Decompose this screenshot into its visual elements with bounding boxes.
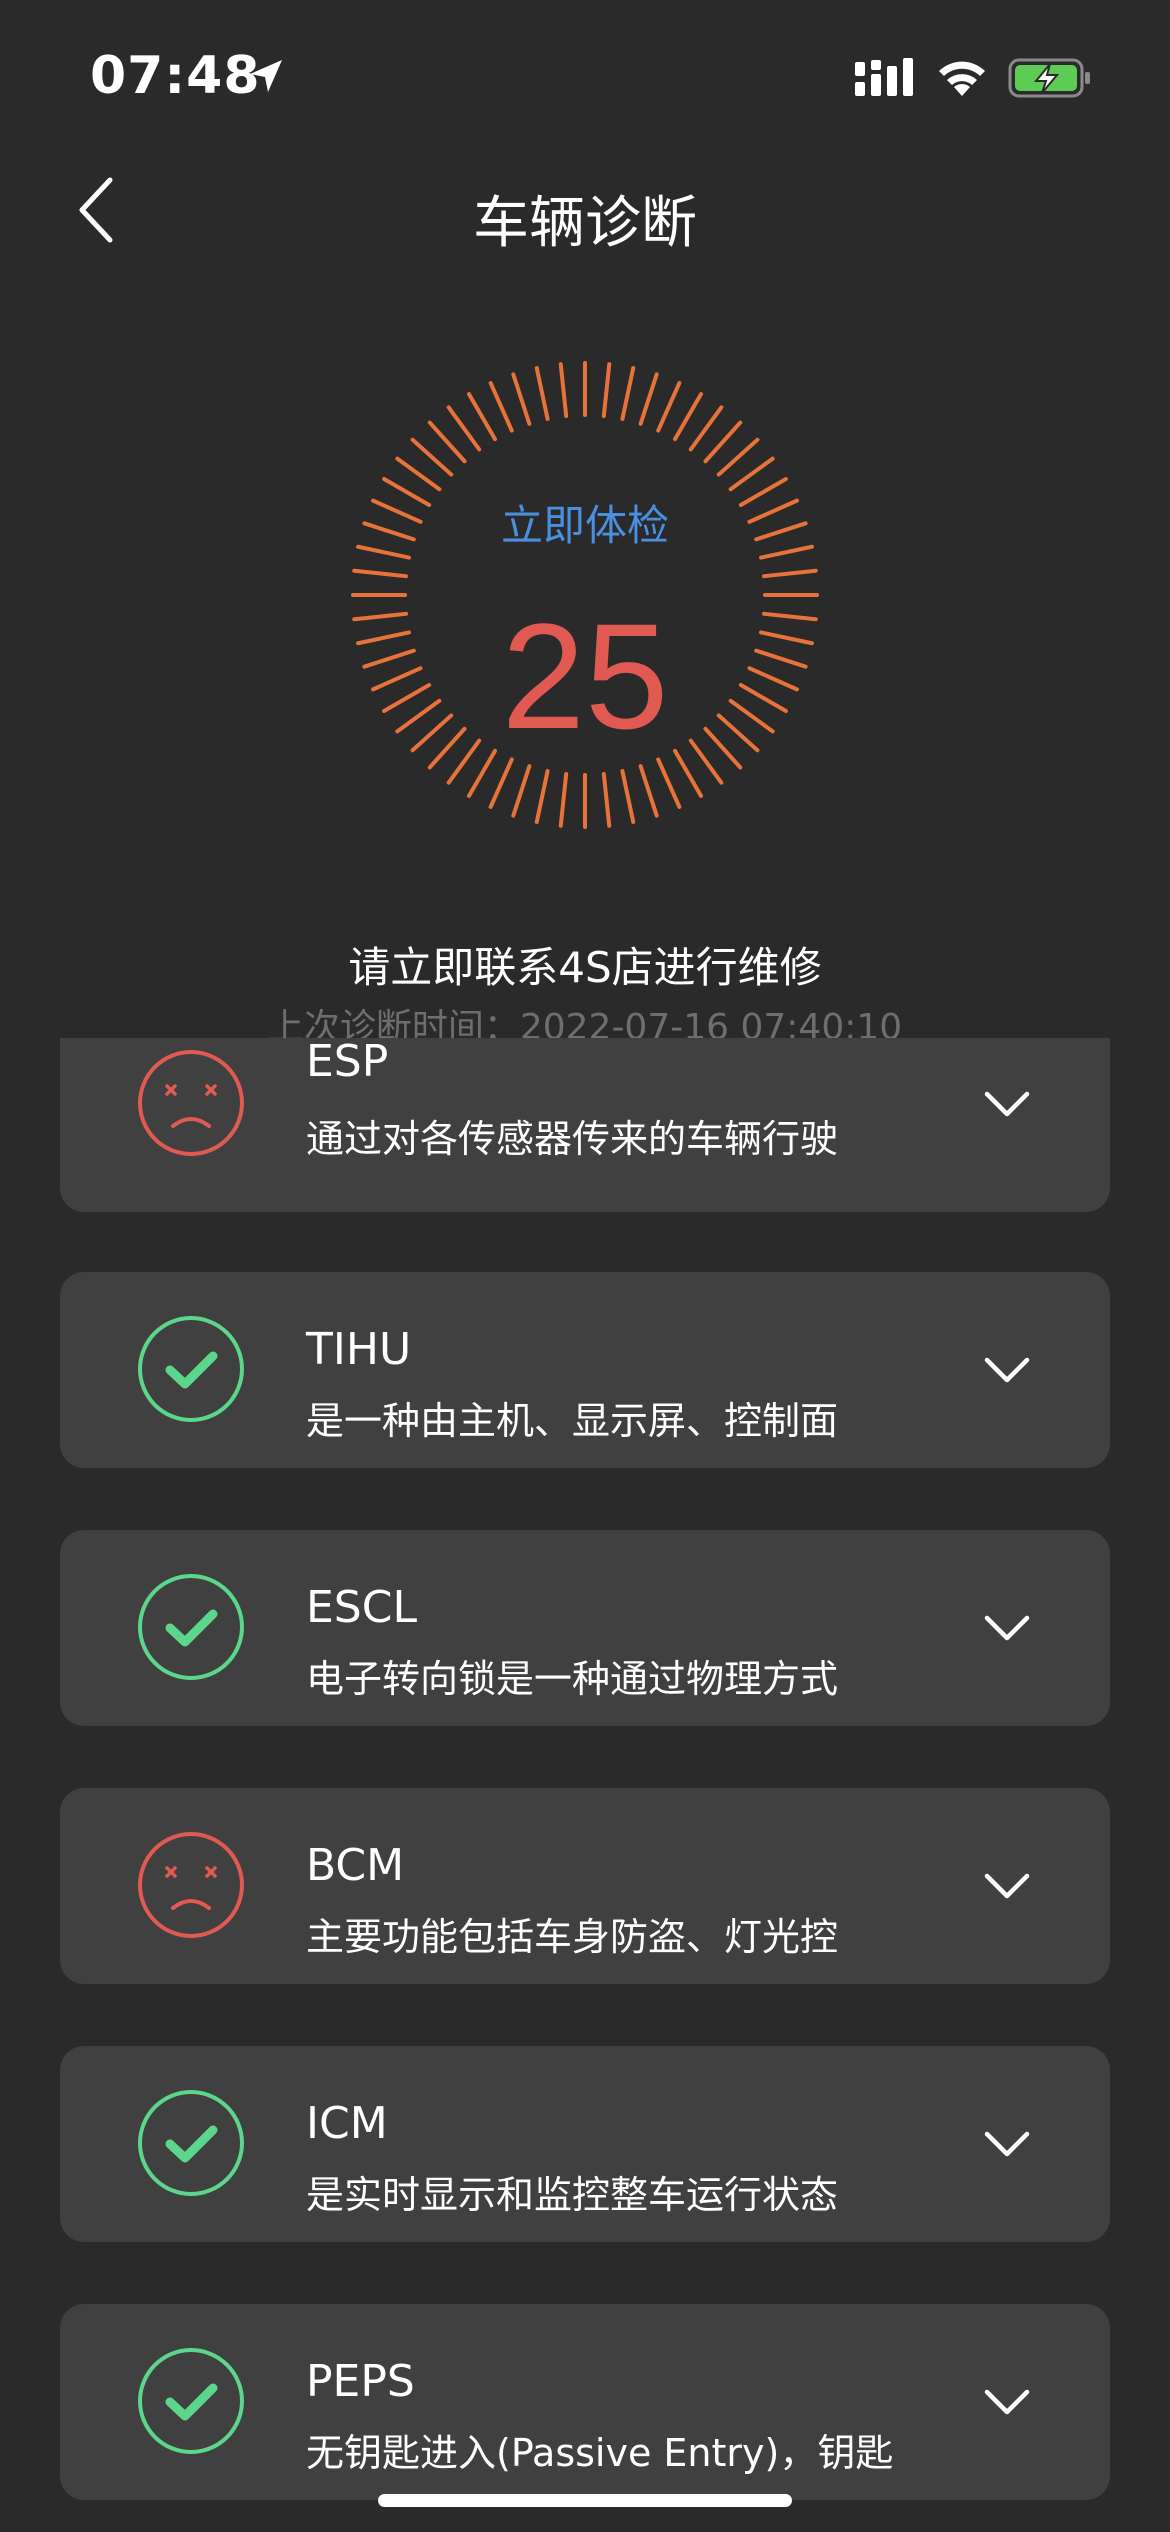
check-circle-icon (136, 2088, 246, 2198)
chevron-down-icon[interactable] (982, 1088, 1032, 1120)
gauge-tick (511, 372, 532, 426)
gauge-tick (601, 772, 612, 828)
gauge-tick (395, 456, 442, 492)
chevron-down-icon[interactable] (982, 1612, 1032, 1644)
module-name: TIHU (306, 1324, 412, 1375)
gauge-tick (352, 568, 408, 579)
gauge-tick (534, 769, 550, 824)
gauge-tick (410, 437, 454, 477)
gauge-tick (467, 392, 497, 442)
sad-face-icon (136, 1830, 246, 1940)
cellular-signal-icon (855, 58, 913, 96)
module-description: 通过对各传感器传来的车辆行驶 (306, 1117, 839, 1161)
status-time: 07:48 (90, 46, 261, 106)
diagnosis-card-peps[interactable]: PEPS 无钥匙进入(Passive Entry)，钥匙 (60, 2304, 1110, 2500)
chevron-down-icon[interactable] (982, 2386, 1032, 2418)
gauge-tick (488, 381, 514, 433)
gauge-tick (703, 420, 743, 464)
gauge-tick (427, 420, 467, 464)
gauge-tick (601, 362, 612, 418)
gauge-tick (620, 769, 636, 824)
gauge-tick (638, 764, 659, 818)
module-description: 无钥匙进入(Passive Entry)，钥匙 (306, 2431, 894, 2475)
gauge-tick (762, 568, 818, 579)
home-indicator[interactable] (378, 2494, 792, 2507)
start-check-label[interactable]: 立即体检 (0, 492, 1170, 553)
gauge-tick (446, 405, 482, 452)
check-circle-icon (136, 2346, 246, 2456)
sad-face-icon (136, 1048, 246, 1158)
gauge-tick (511, 764, 532, 818)
diagnosis-card-icm[interactable]: ICM 是实时显示和监控整车运行状态 (60, 2046, 1110, 2242)
chevron-down-icon[interactable] (982, 2128, 1032, 2160)
diagnosis-card-esp[interactable]: ESP 通过对各传感器传来的车辆行驶 (60, 1036, 1110, 1212)
gauge-tick (488, 757, 514, 809)
module-description: 电子转向锁是一种通过物理方式 (306, 1657, 839, 1701)
module-description: 主要功能包括车身防盗、灯光控 (306, 1915, 839, 1959)
battery-charging-icon (1008, 58, 1090, 98)
page-title: 车辆诊断 (473, 191, 697, 256)
diagnosis-card-escl[interactable]: ESCL 电子转向锁是一种通过物理方式 (60, 1530, 1110, 1726)
module-name: BCM (306, 1840, 405, 1891)
repair-advice: 请立即联系4S店进行维修 (348, 943, 822, 992)
chevron-down-icon[interactable] (982, 1354, 1032, 1386)
module-name: ESP (306, 1036, 389, 1087)
gauge-tick (620, 366, 636, 421)
gauge-tick (688, 405, 724, 452)
check-circle-icon (136, 1314, 246, 1424)
gauge-tick (656, 757, 682, 809)
gauge-tick (534, 366, 550, 421)
gauge-tick (673, 392, 703, 442)
module-name: PEPS (306, 2356, 415, 2407)
module-name: ESCL (306, 1582, 417, 1633)
module-description: 是实时显示和监控整车运行状态 (306, 2173, 839, 2217)
health-score: 25 (501, 592, 669, 760)
gauge-tick (716, 437, 760, 477)
gauge-tick (558, 362, 569, 418)
gauge-tick (728, 456, 775, 492)
diagnosis-card-tihu[interactable]: TIHU 是一种由主机、显示屏、控制面 (60, 1272, 1110, 1468)
gauge-tick (638, 372, 659, 426)
check-circle-icon (136, 1572, 246, 1682)
chevron-down-icon[interactable] (982, 1870, 1032, 1902)
module-description: 是一种由主机、显示屏、控制面 (306, 1399, 839, 1443)
module-name: ICM (306, 2098, 388, 2149)
location-arrow-icon (250, 60, 282, 92)
wifi-icon (939, 61, 985, 96)
gauge-tick (656, 381, 682, 433)
gauge-tick (558, 772, 569, 828)
diagnosis-card-bcm[interactable]: BCM 主要功能包括车身防盗、灯光控 (60, 1788, 1110, 1984)
status-bar: 07:48 (0, 0, 1170, 140)
